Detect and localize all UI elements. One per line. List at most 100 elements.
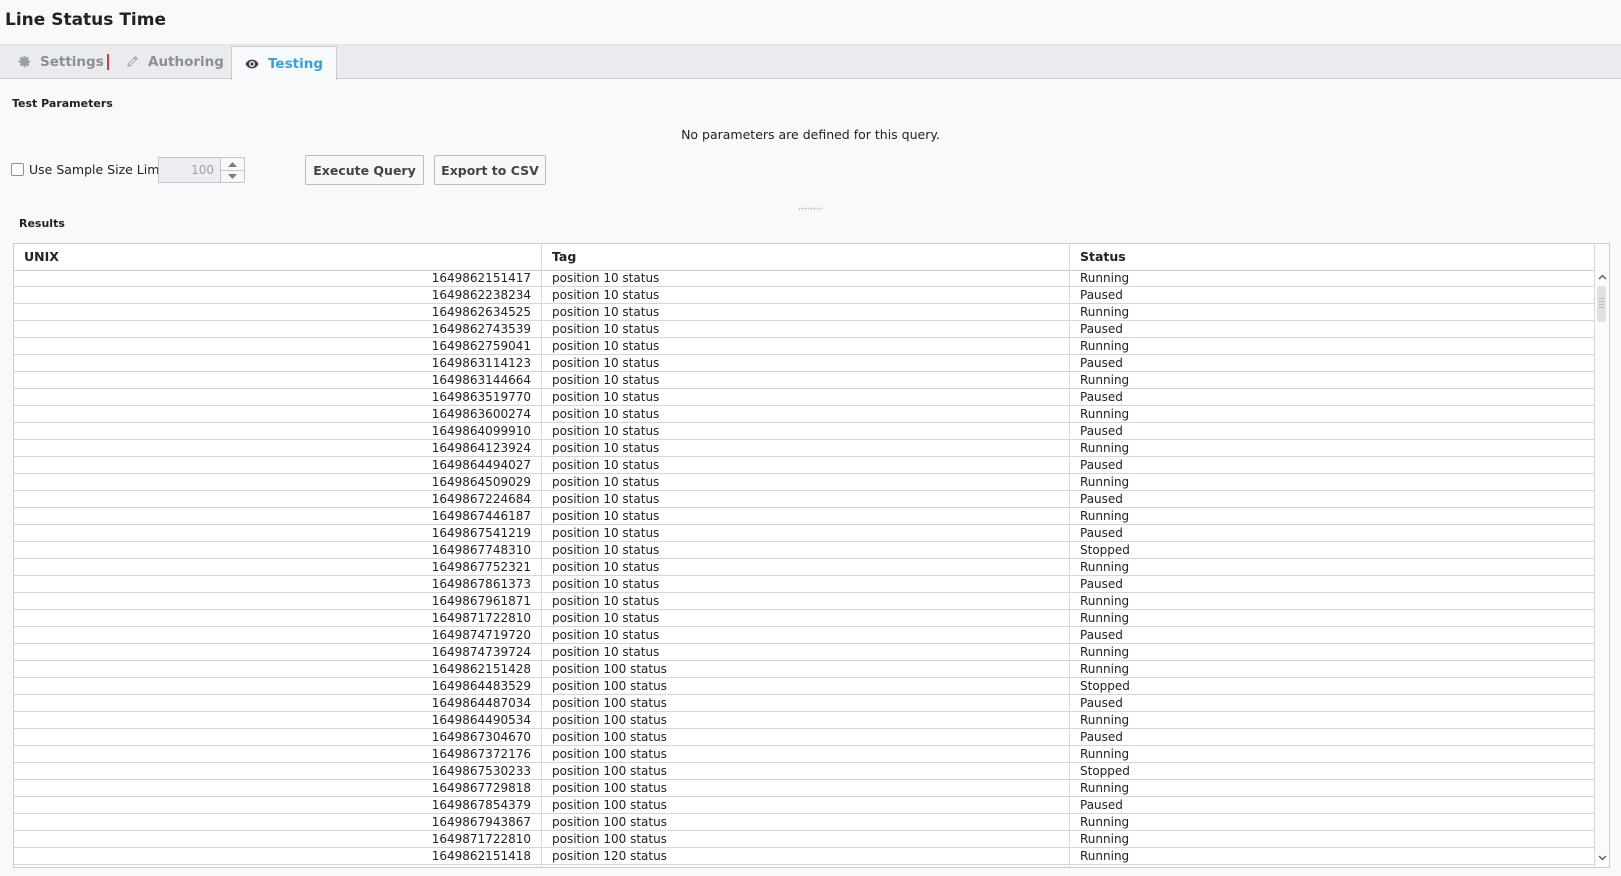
table-row[interactable]: 1649862634525 position 10 status Running	[14, 304, 1595, 321]
table-row[interactable]: 1649862743539 position 10 status Paused	[14, 321, 1595, 338]
table-row[interactable]: 1649864123924 position 10 status Running	[14, 440, 1595, 457]
cell-status: Running	[1080, 441, 1130, 455]
sample-size-label[interactable]: Use Sample Size Limit	[29, 162, 168, 177]
table-row[interactable]: 1649867861373 position 10 status Paused	[14, 576, 1595, 593]
cell-status: Running	[1080, 560, 1130, 574]
table-row[interactable]: 1649864487034position 120 statusPaused	[14, 865, 1595, 867]
sample-size-value: 100	[191, 163, 214, 177]
cell-status: Running	[1080, 611, 1130, 625]
caret-down-icon	[228, 173, 237, 179]
scroll-thumb[interactable]	[1597, 286, 1606, 322]
table-row[interactable]: 1649867961871 position 10 status Running	[14, 593, 1595, 610]
cell-status: Running	[1080, 594, 1130, 608]
table-row[interactable]: 1649867224684 position 10 status Paused	[14, 491, 1595, 508]
cell-tag: position 10 status	[542, 627, 1070, 643]
cell-unix: 1649867854379	[14, 797, 542, 813]
cell-tag: position 10 status	[542, 542, 1070, 558]
cell-tag: position 10 status	[542, 287, 1070, 303]
tab-testing[interactable]: Testing	[231, 46, 337, 80]
cell-status: Running	[1080, 407, 1130, 421]
cell-status: Running	[1080, 662, 1130, 676]
table-row[interactable]: 1649871722810 position 10 status Running	[14, 610, 1595, 627]
cell-tag: position 10 status	[542, 440, 1070, 456]
table-row[interactable]: 1649864490534 position 100 status Running	[14, 712, 1595, 729]
cell-status: Paused	[1080, 424, 1123, 438]
table-row[interactable]: 1649862759041 position 10 status Running	[14, 338, 1595, 355]
splitter-handle[interactable]	[798, 207, 823, 211]
cell-status: Running	[1080, 747, 1130, 761]
table-row[interactable]: 1649867446187 position 10 status Running	[14, 508, 1595, 525]
sample-size-checkbox[interactable]	[11, 163, 24, 176]
table-row[interactable]: 1649863600274 position 10 status Running	[14, 406, 1595, 423]
cell-unix: 1649864494027	[14, 457, 542, 473]
column-header-unix[interactable]: UNIX	[14, 244, 542, 270]
table-row[interactable]: 1649862151418 position 120 status Running	[14, 848, 1595, 865]
cell-status: Paused	[1080, 288, 1123, 302]
cell-tag: position 10 status	[542, 559, 1070, 575]
table-row[interactable]: 1649862151417 position 10 status Running	[14, 270, 1595, 287]
table-row[interactable]: 1649862151428 position 100 status Running	[14, 661, 1595, 678]
table-row[interactable]: 1649867748310 position 10 status Stopped	[14, 542, 1595, 559]
scroll-down-icon[interactable]	[1595, 851, 1609, 865]
cell-unix: 1649862743539	[14, 321, 542, 337]
cell-status: Running	[1080, 271, 1130, 285]
grip-icon	[1599, 298, 1604, 308]
table-row[interactable]: 1649863114123 position 10 status Paused	[14, 355, 1595, 372]
table-row[interactable]: 1649867729818 position 100 status Running	[14, 780, 1595, 797]
gear-icon	[17, 55, 31, 69]
tab-authoring[interactable]: Authoring	[125, 45, 224, 78]
cell-tag: position 100 status	[542, 763, 1070, 779]
table-row[interactable]: 1649864494027 position 10 status Paused	[14, 457, 1595, 474]
table-row[interactable]: 1649867541219 position 10 status Paused	[14, 525, 1595, 542]
cell-unix: 1649864487034	[14, 865, 542, 867]
test-parameters-heading: Test Parameters	[12, 97, 113, 110]
cell-status: Paused	[1080, 577, 1123, 591]
table-row[interactable]: 1649874719720 position 10 status Paused	[14, 627, 1595, 644]
cell-unix: 1649863600274	[14, 406, 542, 422]
table-row[interactable]: 1649864483529 position 100 status Stopped	[14, 678, 1595, 695]
column-header-status[interactable]: Status	[1070, 244, 1595, 270]
table-row[interactable]: 1649874739724 position 10 status Running	[14, 644, 1595, 661]
table-row[interactable]: 1649862238234 position 10 status Paused	[14, 287, 1595, 304]
table-row[interactable]: 1649867854379 position 100 status Paused	[14, 797, 1595, 814]
tab-settings[interactable]: Settings	[17, 45, 104, 78]
cell-status: Running	[1080, 475, 1130, 489]
table-row[interactable]: 1649863519770 position 10 status Paused	[14, 389, 1595, 406]
cell-unix: 1649862759041	[14, 338, 542, 354]
cell-status: Paused	[1080, 458, 1123, 472]
table-row[interactable]: 1649864099910 position 10 status Paused	[14, 423, 1595, 440]
table-row[interactable]: 1649864509029 position 10 status Running	[14, 474, 1595, 491]
cell-unix: 1649867530233	[14, 763, 542, 779]
table-row[interactable]: 1649863144664 position 10 status Running	[14, 372, 1595, 389]
column-header-tag[interactable]: Tag	[542, 244, 1070, 270]
cell-status: Running	[1080, 645, 1130, 659]
table-row[interactable]: 1649867372176 position 100 status Running	[14, 746, 1595, 763]
table-row[interactable]: 1649867943867 position 100 status Running	[14, 814, 1595, 831]
cell-unix: 1649871722810	[14, 610, 542, 626]
cell-status: Running	[1080, 339, 1130, 353]
cell-tag: position 10 status	[542, 321, 1070, 337]
cell-status: Paused	[1080, 356, 1123, 370]
scroll-up-icon[interactable]	[1595, 270, 1609, 284]
cell-tag: position 10 status	[542, 474, 1070, 490]
cell-tag: position 100 status	[542, 695, 1070, 711]
spinner-down-button[interactable]	[221, 170, 244, 182]
cell-unix: 1649864483529	[14, 678, 542, 694]
cell-tag: position 100 status	[542, 831, 1070, 847]
execute-query-button[interactable]: Execute Query	[305, 155, 424, 185]
table-row[interactable]: 1649871722810 position 100 status Running	[14, 831, 1595, 848]
table-row[interactable]: 1649867530233 position 100 status Stopped	[14, 763, 1595, 780]
table-row[interactable]: 1649867304670 position 100 status Paused	[14, 729, 1595, 746]
export-csv-button[interactable]: Export to CSV	[434, 155, 546, 185]
table-row[interactable]: 1649864487034 position 100 status Paused	[14, 695, 1595, 712]
eye-icon	[245, 57, 259, 71]
table-row[interactable]: 1649867752321 position 10 status Running	[14, 559, 1595, 576]
sample-size-spinner[interactable]: 100	[158, 157, 245, 183]
cell-status: Running	[1080, 815, 1130, 829]
cell-tag: position 100 status	[542, 797, 1070, 813]
vertical-scrollbar[interactable]	[1594, 244, 1609, 867]
cell-unix: 1649864509029	[14, 474, 542, 490]
cell-tag: position 120 status	[542, 865, 1070, 867]
cell-tag: position 10 status	[542, 610, 1070, 626]
cell-unix: 1649867943867	[14, 814, 542, 830]
